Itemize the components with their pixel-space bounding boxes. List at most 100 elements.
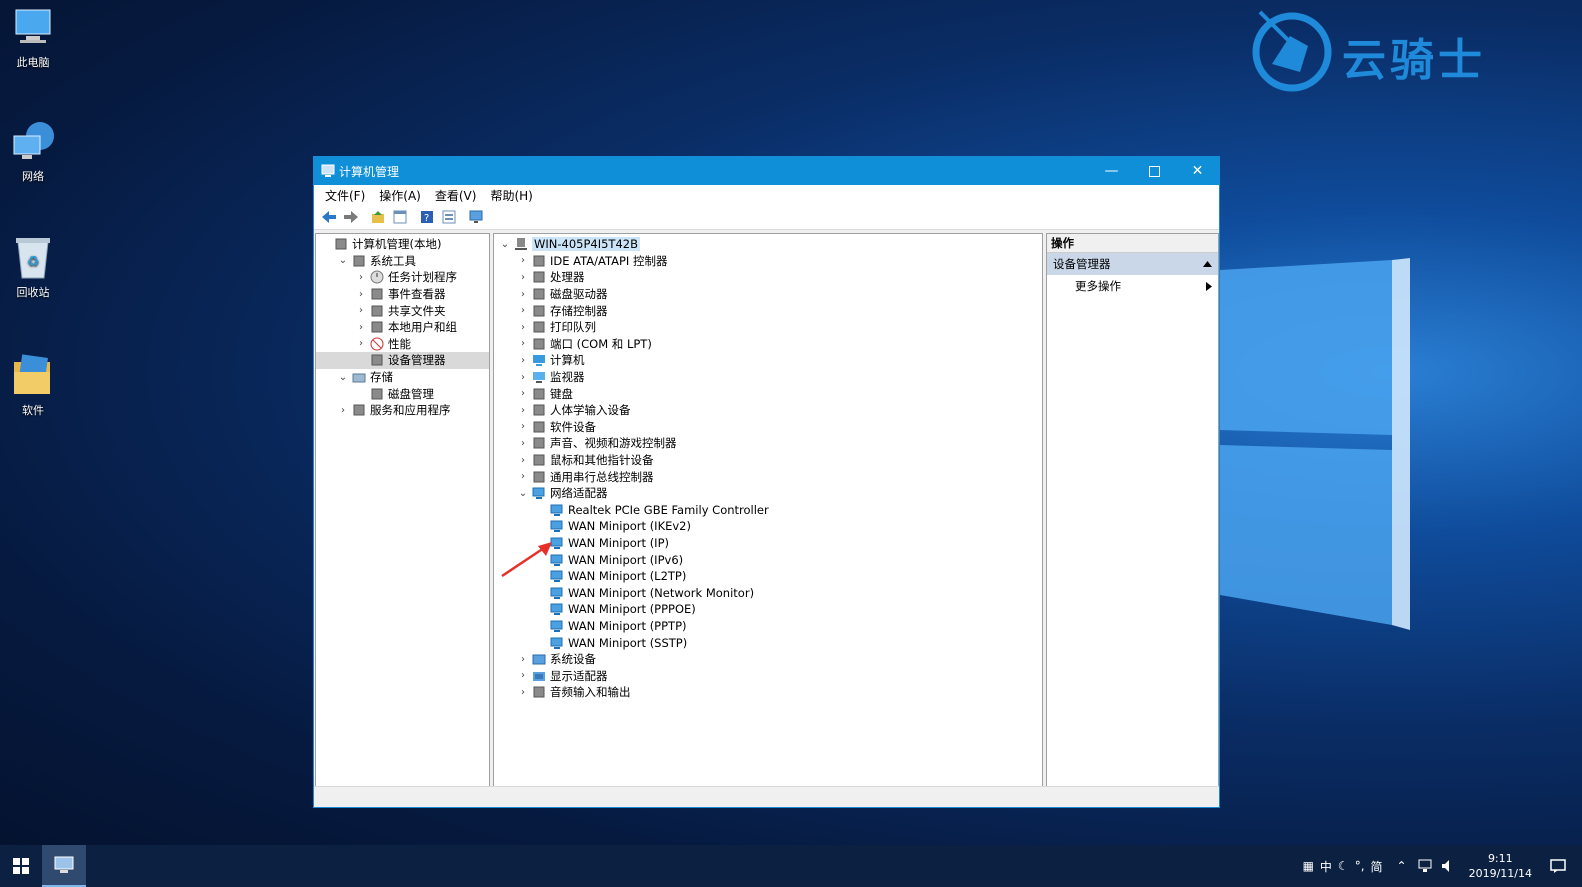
ime-grid-icon[interactable]: ▦ xyxy=(1303,859,1314,873)
tree-item[interactable]: WAN Miniport (Network Monitor) xyxy=(494,584,1042,601)
tree-item[interactable]: › 端口 (COM 和 LPT) xyxy=(494,336,1042,353)
back-button[interactable] xyxy=(321,209,337,225)
tree-item[interactable]: › 监视器 xyxy=(494,369,1042,386)
tree-item[interactable]: 设备管理器 xyxy=(316,352,489,369)
tree-item[interactable]: › 鼠标和其他指针设备 xyxy=(494,452,1042,469)
tree-item[interactable]: › 显示适配器 xyxy=(494,667,1042,684)
chevron-right-icon[interactable]: › xyxy=(516,403,530,417)
punctuation-icon[interactable]: °, xyxy=(1355,859,1365,873)
notification-icon[interactable] xyxy=(1550,859,1566,873)
tree-item[interactable]: 计算机管理(本地) xyxy=(316,236,489,253)
tree-item[interactable]: › 磁盘驱动器 xyxy=(494,286,1042,303)
chevron-up-icon[interactable]: ⌃ xyxy=(1397,859,1407,873)
tree-item[interactable]: WAN Miniport (PPPOE) xyxy=(494,601,1042,618)
menu-item[interactable]: 操作(A) xyxy=(372,187,428,204)
properties-button[interactable] xyxy=(441,209,457,225)
start-button[interactable] xyxy=(0,845,42,887)
tree-item[interactable]: WAN Miniport (L2TP) xyxy=(494,568,1042,585)
volume-icon[interactable] xyxy=(1441,859,1455,873)
chevron-right-icon[interactable]: › xyxy=(354,304,368,318)
desktop-icon-folder[interactable]: 软件 xyxy=(4,352,62,418)
chevron-down-icon[interactable]: ⌄ xyxy=(336,254,350,268)
menu-item[interactable]: 文件(F) xyxy=(318,187,372,204)
tree-item[interactable]: Realtek PCIe GBE Family Controller xyxy=(494,502,1042,519)
minimize-button[interactable]: — xyxy=(1090,157,1133,185)
tree-item[interactable]: WAN Miniport (IPv6) xyxy=(494,551,1042,568)
tree-item[interactable]: › 人体学输入设备 xyxy=(494,402,1042,419)
chevron-down-icon[interactable]: ⌄ xyxy=(516,486,530,500)
tree-item[interactable]: › 系统设备 xyxy=(494,651,1042,668)
clock[interactable]: 9:11 2019/11/14 xyxy=(1469,851,1532,881)
tree-item[interactable]: › 处理器 xyxy=(494,269,1042,286)
chevron-right-icon[interactable]: › xyxy=(516,685,530,699)
chevron-down-icon[interactable]: ⌄ xyxy=(498,237,512,251)
tree-item[interactable]: WAN Miniport (PPTP) xyxy=(494,618,1042,635)
chevron-right-icon[interactable]: › xyxy=(516,669,530,683)
tree-item[interactable]: ⌄ 网络适配器 xyxy=(494,485,1042,502)
menu-item[interactable]: 帮助(H) xyxy=(483,187,539,204)
title-bar[interactable]: 计算机管理 — ✕ xyxy=(314,157,1219,185)
tree-item[interactable]: › 键盘 xyxy=(494,385,1042,402)
network-tray-icon[interactable] xyxy=(1417,859,1433,873)
ime-lang[interactable]: 中 xyxy=(1320,858,1332,875)
tree-item[interactable]: WAN Miniport (SSTP) xyxy=(494,634,1042,651)
device-tree-pane[interactable]: ⌄ WIN-405P4I5T42B › IDE ATA/ATAPI 控制器 › 处理器… xyxy=(493,233,1043,787)
chevron-right-icon[interactable]: › xyxy=(516,470,530,484)
console-tree-pane[interactable]: 计算机管理(本地) ⌄ 系统工具 › 任务计划程序 › 事件查看器 › 共享文件夹 › 本地用户和组… xyxy=(315,233,490,787)
ime-mode[interactable]: 简 xyxy=(1371,858,1383,875)
tree-item[interactable]: › 打印队列 xyxy=(494,319,1042,336)
chevron-right-icon[interactable]: › xyxy=(354,337,368,351)
chevron-right-icon[interactable]: › xyxy=(516,337,530,351)
chevron-right-icon[interactable]: › xyxy=(516,270,530,284)
chevron-right-icon[interactable]: › xyxy=(354,287,368,301)
tree-item[interactable]: 磁盘管理 xyxy=(316,385,489,402)
chevron-right-icon[interactable]: › xyxy=(516,387,530,401)
chevron-right-icon[interactable]: › xyxy=(516,453,530,467)
chevron-right-icon[interactable]: › xyxy=(516,420,530,434)
desktop-icon-network[interactable]: 网络 xyxy=(4,118,62,184)
tree-item[interactable]: ⌄ 存储 xyxy=(316,369,489,386)
tree-item[interactable]: WAN Miniport (IP) xyxy=(494,535,1042,552)
more-actions-item[interactable]: 更多操作 xyxy=(1047,275,1218,297)
tree-item[interactable]: › 性能 xyxy=(316,336,489,353)
desktop-icon-recycle-bin[interactable]: ♻ 回收站 xyxy=(4,234,62,300)
tree-item[interactable]: › IDE ATA/ATAPI 控制器 xyxy=(494,253,1042,270)
taskbar-computer-management[interactable] xyxy=(42,845,86,887)
up-level-button[interactable] xyxy=(370,209,386,225)
chevron-down-icon[interactable]: ⌄ xyxy=(336,370,350,384)
help-button[interactable]: ? xyxy=(419,209,435,225)
actions-section-device-manager[interactable]: 设备管理器 xyxy=(1047,253,1218,275)
tree-item[interactable]: › 软件设备 xyxy=(494,419,1042,436)
chevron-right-icon[interactable]: › xyxy=(516,254,530,268)
chevron-right-icon[interactable]: › xyxy=(516,436,530,450)
forward-button[interactable] xyxy=(343,209,359,225)
desktop-icon-this-pc[interactable]: 此电脑 xyxy=(4,4,62,70)
tree-item[interactable]: WAN Miniport (IKEv2) xyxy=(494,518,1042,535)
maximize-button[interactable] xyxy=(1133,157,1176,185)
chevron-right-icon[interactable]: › xyxy=(516,320,530,334)
chevron-right-icon[interactable]: › xyxy=(354,320,368,334)
computer-management-window[interactable]: 计算机管理 — ✕ 文件(F) 操作(A) 查看(V) 帮助(H) ? 计算机管理(本… xyxy=(313,156,1220,808)
tree-item[interactable]: › 声音、视频和游戏控制器 xyxy=(494,435,1042,452)
scan-hardware-button[interactable] xyxy=(468,209,484,225)
chevron-right-icon[interactable]: › xyxy=(516,652,530,666)
tree-item[interactable]: ⌄ 系统工具 xyxy=(316,253,489,270)
tree-item[interactable]: › 计算机 xyxy=(494,352,1042,369)
chevron-right-icon[interactable]: › xyxy=(354,270,368,284)
tree-item[interactable]: › 本地用户和组 xyxy=(316,319,489,336)
tree-item[interactable]: › 任务计划程序 xyxy=(316,269,489,286)
tree-item[interactable]: › 共享文件夹 xyxy=(316,302,489,319)
tree-item[interactable]: › 事件查看器 xyxy=(316,286,489,303)
close-button[interactable]: ✕ xyxy=(1176,157,1219,185)
chevron-right-icon[interactable]: › xyxy=(516,370,530,384)
chevron-right-icon[interactable]: › xyxy=(516,304,530,318)
menu-item[interactable]: 查看(V) xyxy=(428,187,484,204)
tree-item[interactable]: › 音频输入和输出 xyxy=(494,684,1042,701)
chevron-right-icon[interactable]: › xyxy=(516,287,530,301)
tree-item[interactable]: › 服务和应用程序 xyxy=(316,402,489,419)
chevron-right-icon[interactable]: › xyxy=(336,403,350,417)
tree-item[interactable]: › 通用串行总线控制器 xyxy=(494,468,1042,485)
chevron-right-icon[interactable]: › xyxy=(516,353,530,367)
show-hide-tree-button[interactable] xyxy=(392,209,408,225)
tree-item[interactable]: › 存储控制器 xyxy=(494,302,1042,319)
